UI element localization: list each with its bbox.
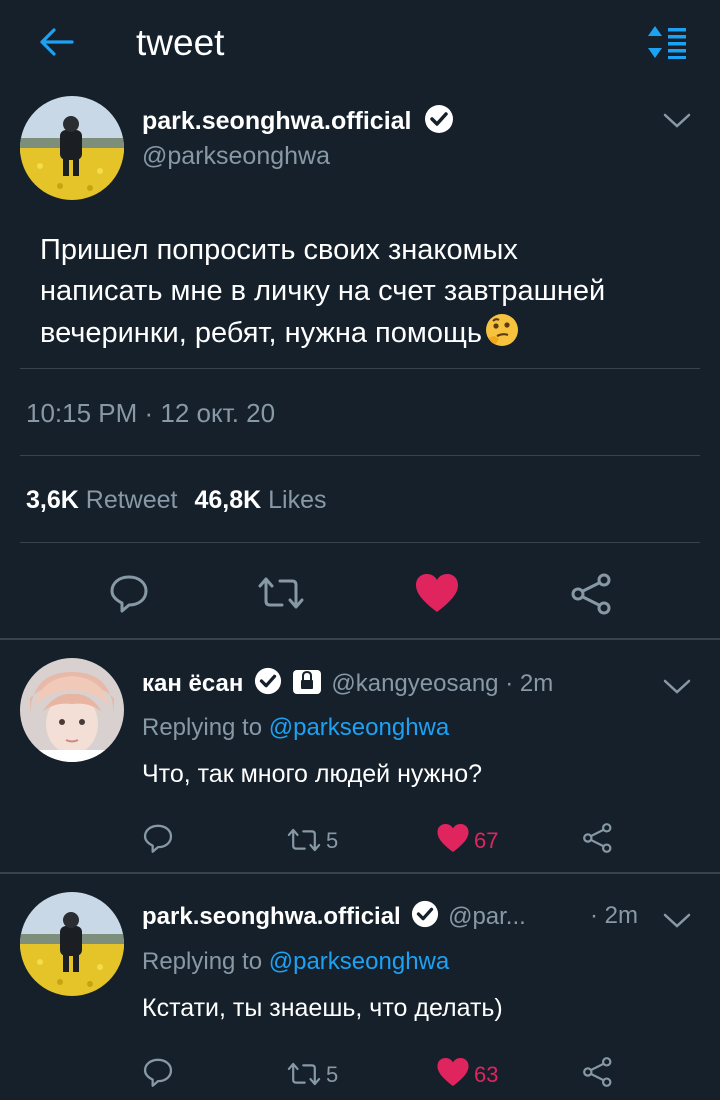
tweet-text: Пришел попросить своих знакомых написать… bbox=[40, 230, 605, 360]
tweet-text-line: вечеринки, ребят, нужна помощь bbox=[40, 312, 605, 360]
verified-icon bbox=[411, 900, 439, 935]
share-icon[interactable] bbox=[570, 572, 614, 621]
back-arrow-icon[interactable] bbox=[36, 24, 76, 65]
handle[interactable]: @kangyeosang bbox=[331, 670, 498, 697]
thinking-emoji bbox=[484, 312, 520, 360]
tweet-text-fragment: вечеринки, ребят, нужна помощь bbox=[40, 317, 482, 349]
retweet-label[interactable]: Retweet bbox=[86, 486, 178, 514]
display-name[interactable]: кан ёсан bbox=[142, 670, 243, 697]
reply-icon[interactable] bbox=[108, 572, 150, 619]
display-name[interactable]: park.seonghwa.official bbox=[142, 903, 401, 930]
handle[interactable]: @par... bbox=[448, 903, 526, 930]
replying-to-label: Replying to bbox=[142, 948, 263, 975]
section-divider bbox=[0, 872, 720, 874]
retweet-icon[interactable] bbox=[256, 574, 306, 617]
likes-count[interactable]: 46,8K bbox=[194, 486, 261, 514]
reply-text: Кстати, ты знаешь, что делать) bbox=[142, 994, 503, 1022]
handle[interactable]: @parkseonghwa bbox=[142, 142, 330, 171]
reply-icon[interactable] bbox=[142, 822, 174, 859]
sort-icon[interactable] bbox=[646, 24, 692, 65]
engagement-stats: 3,6K Retweet 46,8K Likes bbox=[26, 486, 326, 515]
divider bbox=[20, 368, 700, 369]
reply-text: Что, так много людей нужно? bbox=[142, 760, 483, 788]
chevron-down-icon[interactable] bbox=[662, 910, 692, 935]
divider bbox=[20, 455, 700, 456]
reply-time: · 2m bbox=[590, 902, 638, 929]
replying-to-link[interactable]: @parkseonghwa bbox=[269, 948, 449, 975]
like-count: 63 bbox=[474, 1062, 499, 1087]
verified-icon bbox=[424, 104, 454, 141]
heart-icon[interactable] bbox=[436, 822, 470, 859]
avatar[interactable] bbox=[20, 96, 124, 200]
likes-label[interactable]: Likes bbox=[268, 486, 326, 514]
tweet-text-line: Пришел попросить своих знакомых bbox=[40, 234, 518, 266]
replying-to-label: Replying to bbox=[142, 714, 263, 741]
retweet-count: 5 bbox=[326, 828, 339, 853]
chevron-down-icon[interactable] bbox=[662, 110, 692, 135]
reply-icon[interactable] bbox=[142, 1056, 174, 1093]
lock-icon bbox=[291, 666, 323, 703]
display-name[interactable]: park.seonghwa.official bbox=[142, 107, 412, 135]
heart-icon[interactable] bbox=[414, 572, 460, 619]
like-count: 67 bbox=[474, 828, 499, 853]
timestamp: 10:15 PM · 12 окт. 20 bbox=[26, 398, 276, 428]
section-divider bbox=[0, 638, 720, 640]
avatar[interactable] bbox=[20, 658, 124, 762]
retweet-icon[interactable] bbox=[286, 826, 322, 859]
avatar[interactable] bbox=[20, 892, 124, 996]
replying-to-link[interactable]: @parkseonghwa bbox=[269, 714, 449, 741]
verified-icon bbox=[254, 667, 282, 702]
share-icon[interactable] bbox=[582, 1056, 614, 1093]
retweet-count: 5 bbox=[326, 1062, 339, 1087]
share-icon[interactable] bbox=[582, 822, 614, 859]
tweet-text-line: написать мне в личку на счет завтрашней bbox=[40, 275, 606, 307]
retweet-icon[interactable] bbox=[286, 1060, 322, 1093]
heart-icon[interactable] bbox=[436, 1056, 470, 1093]
chevron-down-icon[interactable] bbox=[662, 676, 692, 701]
page-title: tweet bbox=[136, 22, 225, 63]
divider bbox=[20, 542, 700, 543]
reply-time: · 2m bbox=[505, 669, 554, 697]
retweet-count[interactable]: 3,6K bbox=[26, 486, 79, 514]
